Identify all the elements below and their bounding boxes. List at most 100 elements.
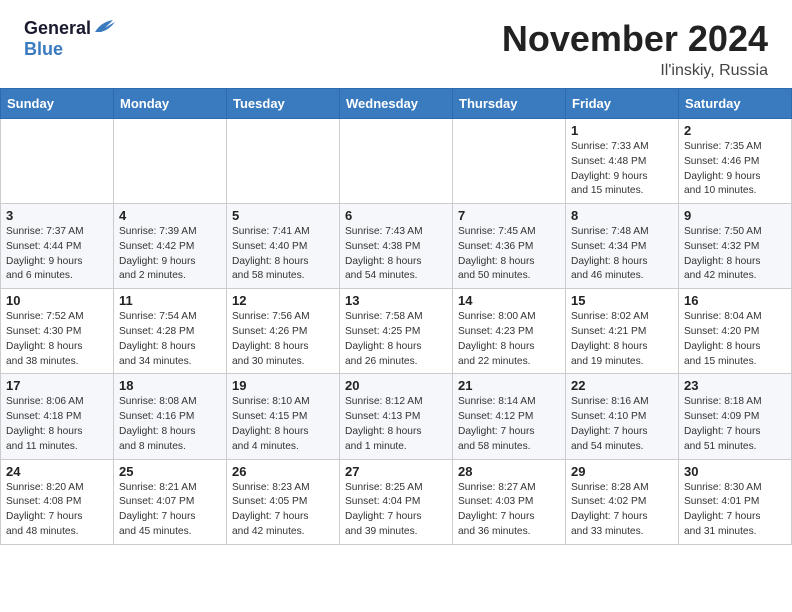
calendar-table: SundayMondayTuesdayWednesdayThursdayFrid… (0, 88, 792, 545)
calendar-week-4: 17 Sunrise: 8:06 AM Sunset: 4:18 PM Dayli… (1, 374, 792, 459)
calendar-cell: 18 Sunrise: 8:08 AM Sunset: 4:16 PM Dayli… (114, 374, 227, 459)
day-number: 20 (345, 378, 447, 393)
calendar-cell: 17 Sunrise: 8:06 AM Sunset: 4:18 PM Dayli… (1, 374, 114, 459)
day-number: 12 (232, 293, 334, 308)
day-number: 17 (6, 378, 108, 393)
day-number: 2 (684, 123, 786, 138)
weekday-header-wednesday: Wednesday (340, 89, 453, 119)
day-number: 15 (571, 293, 673, 308)
day-info: Sunrise: 8:08 AM Sunset: 4:16 PM Dayligh… (119, 395, 221, 454)
calendar-week-1: 1 Sunrise: 7:33 AM Sunset: 4:48 PM Daylig… (1, 119, 792, 204)
day-number: 10 (6, 293, 108, 308)
day-info: Sunrise: 8:06 AM Sunset: 4:18 PM Dayligh… (6, 395, 108, 454)
calendar-cell (340, 119, 453, 204)
day-info: Sunrise: 8:27 AM Sunset: 4:03 PM Dayligh… (458, 481, 560, 540)
calendar-week-5: 24Sunrise: 8:20 AM Sunset: 4:08 PM Dayli… (1, 459, 792, 544)
day-info: Sunrise: 8:12 AM Sunset: 4:13 PM Dayligh… (345, 395, 447, 454)
day-info: Sunrise: 7:33 AM Sunset: 4:48 PM Dayligh… (571, 140, 673, 199)
calendar-week-2: 3 Sunrise: 7:37 AM Sunset: 4:44 PM Daylig… (1, 204, 792, 289)
day-info: Sunrise: 8:02 AM Sunset: 4:21 PM Dayligh… (571, 310, 673, 369)
day-number: 8 (571, 208, 673, 223)
page-header: General Blue November 2024 Il'inskiy, Ru… (0, 0, 792, 88)
day-number: 24 (6, 464, 108, 479)
calendar-cell: 14 Sunrise: 8:00 AM Sunset: 4:23 PM Dayli… (453, 289, 566, 374)
weekday-header-friday: Friday (566, 89, 679, 119)
day-info: Sunrise: 8:04 AM Sunset: 4:20 PM Dayligh… (684, 310, 786, 369)
weekday-header-tuesday: Tuesday (227, 89, 340, 119)
day-number: 25 (119, 464, 221, 479)
calendar-cell: 15 Sunrise: 8:02 AM Sunset: 4:21 PM Dayli… (566, 289, 679, 374)
weekday-header-row: SundayMondayTuesdayWednesdayThursdayFrid… (1, 89, 792, 119)
day-number: 1 (571, 123, 673, 138)
calendar-cell (1, 119, 114, 204)
calendar-cell: 6 Sunrise: 7:43 AM Sunset: 4:38 PM Daylig… (340, 204, 453, 289)
calendar-cell: 22Sunrise: 8:16 AM Sunset: 4:10 PM Dayli… (566, 374, 679, 459)
day-number: 28 (458, 464, 560, 479)
calendar-cell: 11Sunrise: 7:54 AM Sunset: 4:28 PM Dayli… (114, 289, 227, 374)
day-number: 19 (232, 378, 334, 393)
calendar-cell: 16 Sunrise: 8:04 AM Sunset: 4:20 PM Dayli… (679, 289, 792, 374)
day-number: 5 (232, 208, 334, 223)
calendar-cell: 26 Sunrise: 8:23 AM Sunset: 4:05 PM Dayli… (227, 459, 340, 544)
weekday-header-thursday: Thursday (453, 89, 566, 119)
calendar-cell: 19 Sunrise: 8:10 AM Sunset: 4:15 PM Dayli… (227, 374, 340, 459)
day-number: 3 (6, 208, 108, 223)
calendar-cell: 8 Sunrise: 7:48 AM Sunset: 4:34 PM Daylig… (566, 204, 679, 289)
day-number: 18 (119, 378, 221, 393)
day-info: Sunrise: 7:41 AM Sunset: 4:40 PM Dayligh… (232, 225, 334, 284)
calendar-cell: 20 Sunrise: 8:12 AM Sunset: 4:13 PM Dayli… (340, 374, 453, 459)
calendar-cell: 25 Sunrise: 8:21 AM Sunset: 4:07 PM Dayli… (114, 459, 227, 544)
day-number: 4 (119, 208, 221, 223)
day-number: 7 (458, 208, 560, 223)
calendar-cell (227, 119, 340, 204)
day-info: Sunrise: 8:23 AM Sunset: 4:05 PM Dayligh… (232, 481, 334, 540)
calendar-cell: 12Sunrise: 7:56 AM Sunset: 4:26 PM Dayli… (227, 289, 340, 374)
day-info: Sunrise: 8:30 AM Sunset: 4:01 PM Dayligh… (684, 481, 786, 540)
day-info: Sunrise: 7:43 AM Sunset: 4:38 PM Dayligh… (345, 225, 447, 284)
day-number: 27 (345, 464, 447, 479)
calendar-cell: 3 Sunrise: 7:37 AM Sunset: 4:44 PM Daylig… (1, 204, 114, 289)
calendar-cell: 2 Sunrise: 7:35 AM Sunset: 4:46 PM Daylig… (679, 119, 792, 204)
day-number: 11 (119, 293, 221, 308)
month-title: November 2024 (502, 18, 768, 60)
day-info: Sunrise: 7:37 AM Sunset: 4:44 PM Dayligh… (6, 225, 108, 284)
day-info: Sunrise: 7:39 AM Sunset: 4:42 PM Dayligh… (119, 225, 221, 284)
calendar-cell: 27 Sunrise: 8:25 AM Sunset: 4:04 PM Dayli… (340, 459, 453, 544)
day-number: 6 (345, 208, 447, 223)
logo-bird-icon (93, 18, 115, 36)
day-info: Sunrise: 7:45 AM Sunset: 4:36 PM Dayligh… (458, 225, 560, 284)
logo: General Blue (24, 18, 115, 59)
day-info: Sunrise: 8:25 AM Sunset: 4:04 PM Dayligh… (345, 481, 447, 540)
calendar-cell: 10 Sunrise: 7:52 AM Sunset: 4:30 PM Dayli… (1, 289, 114, 374)
day-number: 30 (684, 464, 786, 479)
day-info: Sunrise: 8:00 AM Sunset: 4:23 PM Dayligh… (458, 310, 560, 369)
day-info: Sunrise: 7:48 AM Sunset: 4:34 PM Dayligh… (571, 225, 673, 284)
day-number: 14 (458, 293, 560, 308)
day-number: 16 (684, 293, 786, 308)
day-info: Sunrise: 7:58 AM Sunset: 4:25 PM Dayligh… (345, 310, 447, 369)
day-number: 22 (571, 378, 673, 393)
calendar-cell: 4 Sunrise: 7:39 AM Sunset: 4:42 PM Daylig… (114, 204, 227, 289)
calendar-cell: 28 Sunrise: 8:27 AM Sunset: 4:03 PM Dayli… (453, 459, 566, 544)
calendar-cell (453, 119, 566, 204)
calendar-cell (114, 119, 227, 204)
calendar-cell: 1 Sunrise: 7:33 AM Sunset: 4:48 PM Daylig… (566, 119, 679, 204)
weekday-header-monday: Monday (114, 89, 227, 119)
day-number: 29 (571, 464, 673, 479)
calendar-cell: 9Sunrise: 7:50 AM Sunset: 4:32 PM Daylig… (679, 204, 792, 289)
calendar-cell: 29 Sunrise: 8:28 AM Sunset: 4:02 PM Dayli… (566, 459, 679, 544)
calendar-cell: 30 Sunrise: 8:30 AM Sunset: 4:01 PM Dayli… (679, 459, 792, 544)
calendar-cell: 24Sunrise: 8:20 AM Sunset: 4:08 PM Dayli… (1, 459, 114, 544)
calendar-week-3: 10 Sunrise: 7:52 AM Sunset: 4:30 PM Dayli… (1, 289, 792, 374)
day-info: Sunrise: 7:35 AM Sunset: 4:46 PM Dayligh… (684, 140, 786, 199)
day-info: Sunrise: 8:21 AM Sunset: 4:07 PM Dayligh… (119, 481, 221, 540)
day-info: Sunrise: 8:28 AM Sunset: 4:02 PM Dayligh… (571, 481, 673, 540)
calendar-cell: 7 Sunrise: 7:45 AM Sunset: 4:36 PM Daylig… (453, 204, 566, 289)
logo-blue-text: Blue (24, 39, 115, 60)
weekday-header-sunday: Sunday (1, 89, 114, 119)
day-info: Sunrise: 8:10 AM Sunset: 4:15 PM Dayligh… (232, 395, 334, 454)
day-number: 26 (232, 464, 334, 479)
calendar-cell: 21Sunrise: 8:14 AM Sunset: 4:12 PM Dayli… (453, 374, 566, 459)
day-info: Sunrise: 7:50 AM Sunset: 4:32 PM Dayligh… (684, 225, 786, 284)
day-info: Sunrise: 7:52 AM Sunset: 4:30 PM Dayligh… (6, 310, 108, 369)
